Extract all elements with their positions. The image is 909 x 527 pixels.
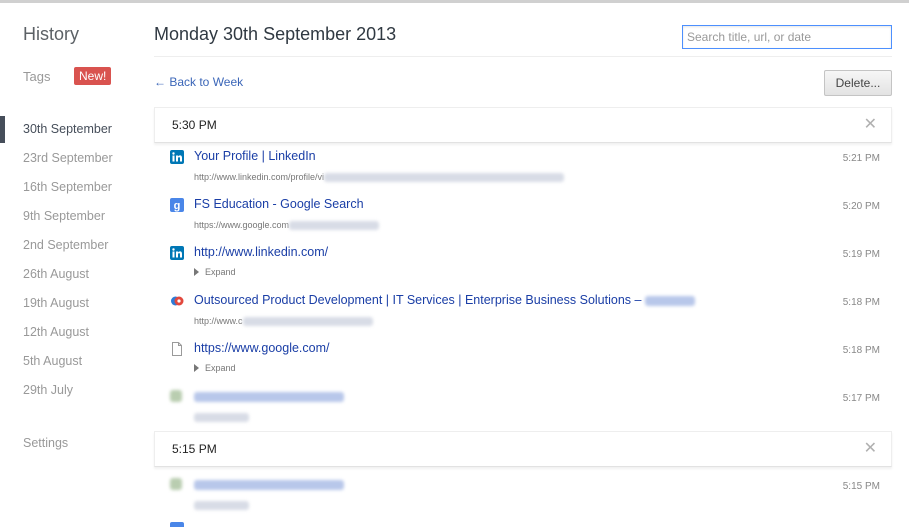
sidebar-item-tags[interactable]: Tags: [23, 69, 50, 84]
blurred-icon: [170, 478, 182, 490]
entry-time: 5:19 PM: [842, 249, 880, 260]
sidebar-item-date[interactable]: 2nd September: [0, 231, 140, 260]
time-group-header: 5:30 PM ✕: [154, 107, 892, 143]
history-entry: https://www.google.com/ Expand 5:18 PM: [154, 341, 890, 390]
history-entry: http://www.linkedin.com/ Expand 5:19 PM: [154, 245, 890, 294]
time-group-label: 5:15 PM: [172, 442, 217, 456]
time-group-header: 5:15 PM ✕: [154, 431, 892, 467]
entry-time: 5:17 PM: [842, 393, 880, 404]
time-group-label: 5:30 PM: [172, 118, 217, 132]
entry-url: [194, 412, 249, 423]
entry-time: 5:18 PM: [842, 345, 880, 356]
history-entry: Your Profile | LinkedIn http://www.linke…: [154, 149, 890, 198]
linkedin-icon: [170, 246, 184, 260]
entry-title-link[interactable]: Your Profile | LinkedIn: [194, 149, 316, 163]
sidebar-item-date[interactable]: 9th September: [0, 202, 140, 231]
search-input[interactable]: [682, 25, 892, 49]
sidebar-item-date[interactable]: 12th August: [0, 318, 140, 347]
sidebar-item-settings[interactable]: Settings: [23, 436, 68, 450]
entry-url: https://www.google.com: [194, 220, 380, 231]
entry-title-link[interactable]: [194, 477, 344, 491]
expand-toggle[interactable]: Expand: [194, 363, 236, 373]
entry-title-link[interactable]: Outsourced Product Development | IT Serv…: [194, 293, 695, 307]
history-entry: g FS Education - Google Search https://w…: [154, 197, 890, 246]
triangle-right-icon: [194, 268, 199, 276]
sidebar-item-date[interactable]: 29th July: [0, 376, 140, 405]
history-entry: 5:15 PM: [154, 478, 890, 526]
sidebar-item-date[interactable]: 23rd September: [0, 144, 140, 173]
entry-time: 5:20 PM: [842, 201, 880, 212]
sidebar-item-date[interactable]: 5th August: [0, 347, 140, 376]
sidebar-title: History: [23, 24, 80, 44]
entry-url: [194, 500, 249, 511]
entry-title-link[interactable]: [194, 389, 344, 403]
close-icon[interactable]: ✕: [864, 438, 877, 458]
delete-button[interactable]: Delete...: [824, 70, 892, 96]
history-entry: Outsourced Product Development | IT Serv…: [154, 293, 890, 342]
site-logo-icon: [171, 296, 184, 306]
entry-title-link[interactable]: http://www.linkedin.com/: [194, 245, 328, 259]
back-to-week-link[interactable]: ← Back to Week: [154, 75, 243, 89]
date-list: 30th September 23rd September 16th Septe…: [0, 115, 140, 405]
next-entry-icon-partial: [170, 522, 184, 527]
entry-time: 5:18 PM: [842, 297, 880, 308]
triangle-right-icon: [194, 364, 199, 372]
page-title: Monday 30th September 2013: [154, 24, 397, 44]
entry-title-link[interactable]: FS Education - Google Search: [194, 197, 364, 211]
new-badge: New!: [74, 67, 112, 85]
blurred-icon: [170, 390, 182, 402]
sidebar-item-date[interactable]: 16th September: [0, 173, 140, 202]
entry-url: http://www.linkedin.com/profile/vi: [194, 172, 565, 183]
entry-title-link[interactable]: https://www.google.com/: [194, 341, 329, 355]
entry-url: http://www.c: [194, 316, 373, 327]
svg-text:g: g: [174, 200, 181, 212]
expand-toggle[interactable]: Expand: [194, 267, 236, 277]
linkedin-icon: [170, 150, 184, 164]
entry-time: 5:21 PM: [842, 153, 880, 164]
sidebar-item-date[interactable]: 30th September: [0, 115, 140, 144]
sidebar-item-date[interactable]: 19th August: [0, 289, 140, 318]
sidebar-item-date[interactable]: 26th August: [0, 260, 140, 289]
close-icon[interactable]: ✕: [864, 114, 877, 134]
page-icon: [172, 342, 182, 356]
divider: [154, 56, 892, 57]
main-content: Monday 30th September 2013 ← Back to Wee…: [154, 0, 892, 527]
entry-time: 5:15 PM: [842, 481, 880, 492]
sidebar: History Tags New! 30th September 23rd Se…: [0, 0, 140, 527]
google-icon: g: [170, 198, 184, 212]
